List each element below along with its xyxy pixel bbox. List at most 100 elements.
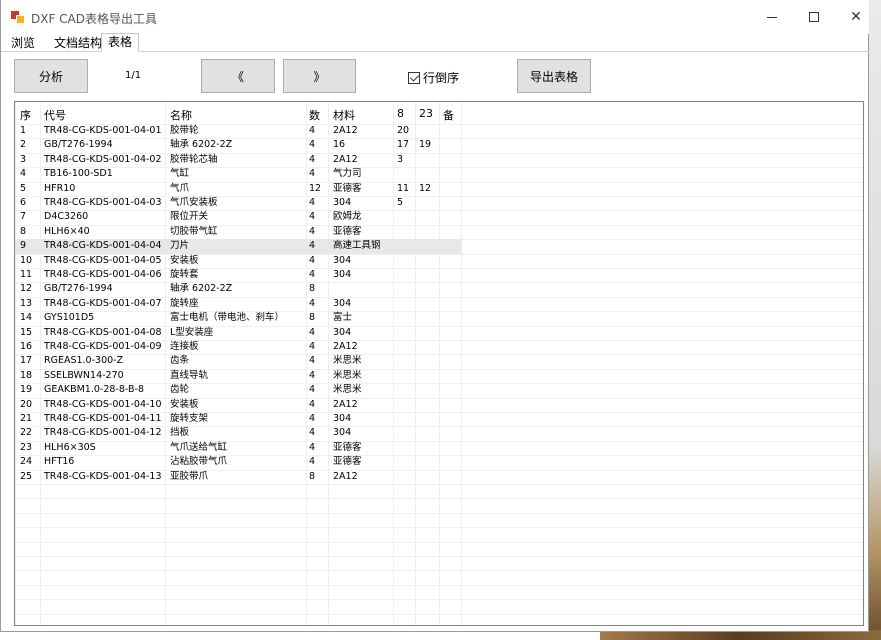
table-cell[interactable]: GEAKBM1.0-28-8-B-8	[44, 383, 144, 397]
table-cell[interactable]: 17	[397, 138, 409, 152]
table-cell[interactable]: 亚德客	[333, 455, 362, 469]
table-cell[interactable]: 8	[309, 311, 315, 325]
table-cell[interactable]: GYS101D5	[44, 311, 94, 325]
table-cell[interactable]: 19	[419, 138, 431, 152]
table-cell[interactable]: 挡板	[170, 426, 189, 440]
table-cell[interactable]: 2A12	[333, 470, 358, 484]
table-cell[interactable]: 米思米	[333, 354, 362, 368]
table-cell[interactable]: 12	[20, 282, 32, 296]
table-cell[interactable]: HLH6×40	[44, 225, 90, 239]
table-cell[interactable]: 齿轮	[170, 383, 189, 397]
table-cell[interactable]: 1	[20, 124, 26, 138]
table-cell[interactable]: 12	[309, 182, 321, 196]
previous-page-button[interactable]: 《	[201, 59, 275, 93]
export-table-button[interactable]: 导出表格	[517, 59, 591, 93]
table-cell[interactable]: 气爪	[170, 182, 189, 196]
table-cell[interactable]: RGEAS1.0-300-Z	[44, 354, 123, 368]
table-cell[interactable]: 11	[20, 268, 32, 282]
table-cell[interactable]: 4	[309, 441, 315, 455]
table-cell[interactable]: 21	[20, 412, 32, 426]
table-cell[interactable]: 4	[309, 210, 315, 224]
table-cell[interactable]: 13	[20, 297, 32, 311]
table-cell[interactable]: 14	[20, 311, 32, 325]
table-cell[interactable]: GB/T276-1994	[44, 138, 113, 152]
table-cell[interactable]: 4	[309, 196, 315, 210]
table-cell[interactable]: 20	[20, 398, 32, 412]
table-cell[interactable]: 旋转座	[170, 297, 199, 311]
table-cell[interactable]: 欧姆龙	[333, 210, 362, 224]
table-cell[interactable]: 米思米	[333, 369, 362, 383]
close-button[interactable]: ✕	[835, 0, 877, 34]
table-cell[interactable]: TR48-CG-KDS-001-04-05	[44, 254, 162, 268]
table-cell[interactable]: 限位开关	[170, 210, 208, 224]
table-cell[interactable]: 8	[309, 470, 315, 484]
table-cell[interactable]: 富士电机（带电池、刹车）	[170, 311, 284, 325]
table-cell[interactable]: 旋转支架	[170, 412, 208, 426]
table-cell[interactable]: 304	[333, 254, 351, 268]
table-cell[interactable]: 5	[397, 196, 403, 210]
table-cell[interactable]: 气爪送给气缸	[170, 441, 227, 455]
table-cell[interactable]: 16	[333, 138, 345, 152]
table-cell[interactable]: 亚德客	[333, 225, 362, 239]
table-cell[interactable]: 4	[309, 268, 315, 282]
tab-table[interactable]: 表格	[101, 33, 140, 52]
table-cell[interactable]: 直线导轨	[170, 369, 208, 383]
table-cell[interactable]: TR48-CG-KDS-001-04-04	[44, 239, 162, 253]
table-cell[interactable]: 4	[309, 225, 315, 239]
column-header[interactable]: 名称	[170, 107, 192, 123]
table-cell[interactable]: 22	[20, 426, 32, 440]
maximize-button[interactable]	[793, 0, 835, 34]
column-header[interactable]: 8	[397, 107, 404, 120]
column-header[interactable]: 代号	[44, 107, 66, 123]
table-cell[interactable]: HLH6×30S	[44, 441, 96, 455]
tab-browse[interactable]: 浏览	[7, 36, 39, 52]
table-cell[interactable]: 刀片	[170, 239, 189, 253]
table-cell[interactable]: 气力司	[333, 167, 362, 181]
table-cell[interactable]: 4	[309, 297, 315, 311]
table-cell[interactable]: 亚德客	[333, 182, 362, 196]
table-cell[interactable]: 304	[333, 297, 351, 311]
table-cell[interactable]: 齿条	[170, 354, 189, 368]
table-cell[interactable]: 沾粘胶带气爪	[170, 455, 227, 469]
table-cell[interactable]: 4	[309, 239, 315, 253]
table-cell[interactable]: 9	[20, 239, 26, 253]
table-cell[interactable]: 4	[20, 167, 26, 181]
table-cell[interactable]: 旋转套	[170, 268, 199, 282]
table-cell[interactable]: SSELBWN14-270	[44, 369, 124, 383]
table-cell[interactable]: 4	[309, 383, 315, 397]
table-cell[interactable]: 20	[397, 124, 409, 138]
table-cell[interactable]: TR48-CG-KDS-001-04-13	[44, 470, 162, 484]
tab-document-structure[interactable]: 文档结构	[50, 36, 106, 52]
table-cell[interactable]: TR48-CG-KDS-001-04-03	[44, 196, 162, 210]
table-cell[interactable]: 安装板	[170, 254, 199, 268]
table-cell[interactable]: 304	[333, 196, 351, 210]
table-grid[interactable]: 序代号 名称数材料 8 23 备 1 TR48-CG-KDS-001-04-01 胶带轮 4 2A…	[14, 101, 864, 626]
analyze-button[interactable]: 分析	[14, 59, 88, 93]
column-header[interactable]: 23	[419, 107, 433, 120]
table-cell[interactable]: 亚胶带爪	[170, 470, 208, 484]
table-cell[interactable]: 7	[20, 210, 26, 224]
table-cell[interactable]: 2	[20, 138, 26, 152]
table-cell[interactable]: 4	[309, 167, 315, 181]
table-cell[interactable]: 6	[20, 196, 26, 210]
table-cell[interactable]: 胶带轮	[170, 124, 199, 138]
column-header[interactable]: 序	[20, 107, 31, 123]
table-cell[interactable]: 11	[397, 182, 409, 196]
table-cell[interactable]: 4	[309, 124, 315, 138]
table-cell[interactable]: TR48-CG-KDS-001-04-11	[44, 412, 162, 426]
table-cell[interactable]: GB/T276-1994	[44, 282, 113, 296]
table-cell[interactable]: TR48-CG-KDS-001-04-08	[44, 326, 162, 340]
table-cell[interactable]: 轴承 6202-2Z	[170, 282, 232, 296]
minimize-button[interactable]	[751, 0, 793, 34]
table-cell[interactable]: 4	[309, 326, 315, 340]
table-cell[interactable]: 304	[333, 268, 351, 282]
table-cell[interactable]: 3	[20, 153, 26, 167]
table-cell[interactable]: 16	[20, 340, 32, 354]
table-cell[interactable]: 17	[20, 354, 32, 368]
table-cell[interactable]: 19	[20, 383, 32, 397]
table-cell[interactable]: 连接板	[170, 340, 199, 354]
table-cell[interactable]: 4	[309, 254, 315, 268]
table-cell[interactable]: 10	[20, 254, 32, 268]
table-cell[interactable]: 8	[20, 225, 26, 239]
title-bar[interactable]: DXF CAD表格导出工具 ✕	[1, 0, 869, 34]
